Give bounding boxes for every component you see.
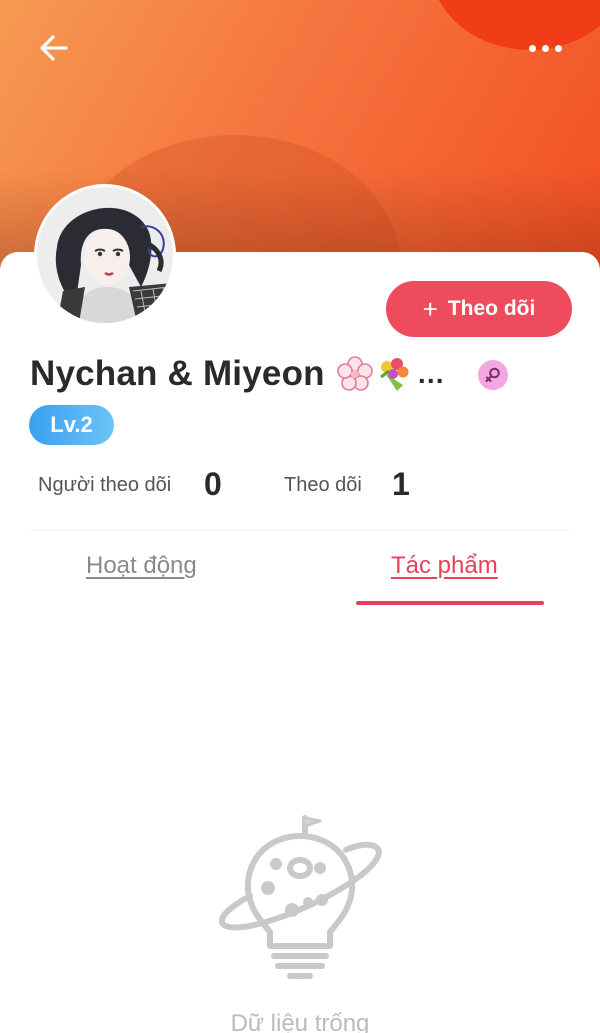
planet-lightbulb-icon bbox=[218, 815, 382, 979]
bouquet-emoji-icon bbox=[379, 358, 409, 391]
followers-label[interactable]: Người theo dõi bbox=[38, 474, 171, 497]
profile-name-row: Nychan & Miyeon … bbox=[30, 350, 445, 398]
name-ellipsis: … bbox=[416, 358, 445, 389]
avatar[interactable] bbox=[34, 184, 176, 326]
arrow-left-icon bbox=[40, 35, 68, 61]
profile-page: + Theo dõi Nychan & Miyeon … Lv.2 Người … bbox=[0, 0, 600, 1033]
followers-count[interactable]: 0 bbox=[204, 466, 222, 503]
active-tab-indicator bbox=[356, 601, 544, 605]
gender-badge bbox=[478, 360, 508, 390]
stats-divider bbox=[30, 530, 570, 531]
name-emoji-group: … bbox=[336, 355, 445, 393]
follow-button-label: Theo dõi bbox=[447, 297, 536, 320]
female-symbol-icon bbox=[485, 367, 500, 382]
profile-name: Nychan & Miyeon bbox=[30, 354, 325, 393]
profile-stats: Người theo dõi 0 Theo dõi 1 bbox=[38, 462, 578, 508]
following-count[interactable]: 1 bbox=[392, 466, 410, 503]
more-horizontal-icon bbox=[528, 44, 536, 52]
more-options-button[interactable] bbox=[520, 30, 570, 66]
banner-decor-circle bbox=[430, 0, 600, 50]
follow-button[interactable]: + Theo dõi bbox=[386, 281, 572, 337]
level-badge: Lv.2 bbox=[29, 405, 114, 445]
avatar-image bbox=[37, 187, 173, 323]
back-button[interactable] bbox=[32, 26, 76, 70]
empty-state-text: Dữ liệu trống bbox=[230, 1010, 370, 1033]
plus-icon: + bbox=[422, 294, 438, 324]
following-label[interactable]: Theo dõi bbox=[284, 474, 362, 497]
tab-activity[interactable]: Hoạt động bbox=[86, 552, 197, 580]
tab-works[interactable]: Tác phẩm bbox=[391, 552, 498, 580]
cherry-blossom-emoji-icon bbox=[336, 356, 373, 391]
